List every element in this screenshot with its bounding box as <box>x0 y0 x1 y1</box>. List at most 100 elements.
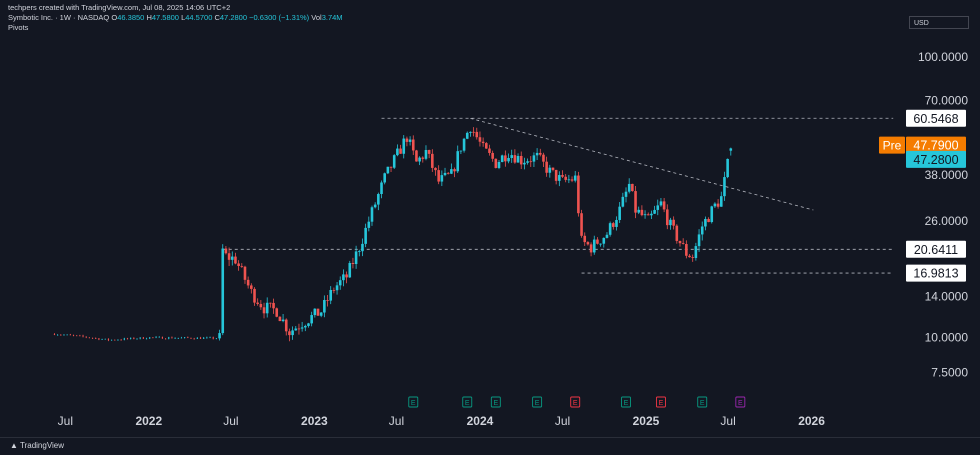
candle-body <box>171 337 173 339</box>
x-tick-label: Jul <box>223 414 238 428</box>
candle-body <box>719 196 723 207</box>
candle-body <box>364 227 367 244</box>
candle-body <box>402 138 406 154</box>
candle-body <box>174 338 176 339</box>
candle-body <box>85 336 87 338</box>
candle-body <box>60 334 62 336</box>
candle-body <box>516 155 520 163</box>
candle-body <box>653 209 656 214</box>
chart-window: { "header": { "credit": "techpers create… <box>0 0 980 455</box>
candle-body <box>155 336 157 338</box>
candle-body <box>313 308 317 316</box>
candle-body <box>361 243 364 252</box>
price-tag-label: 60.5468 <box>913 112 958 126</box>
x-tick-label: 2022 <box>135 414 162 428</box>
candle-body <box>262 307 266 314</box>
candle-body <box>570 179 574 181</box>
candle-body <box>373 204 377 208</box>
candle-body <box>367 221 371 228</box>
candle-body <box>618 206 621 220</box>
candle-body <box>209 337 211 339</box>
earnings-marker-label: E <box>738 400 743 407</box>
price-tag-label: 47.2800 <box>913 153 958 167</box>
candle-body <box>230 256 234 260</box>
candle-body <box>161 336 164 339</box>
candle-body <box>82 335 84 337</box>
candle-body <box>567 179 571 181</box>
candle-body <box>145 338 148 340</box>
earnings-marker-label: E <box>535 400 540 407</box>
candle-body <box>383 173 386 183</box>
candle-body <box>488 148 491 153</box>
candle-body <box>91 337 94 339</box>
candle-body <box>615 219 618 227</box>
candle-body <box>399 148 402 154</box>
x-tick-label: 2025 <box>633 414 660 428</box>
candle-body <box>545 161 548 173</box>
candle-body <box>354 251 358 265</box>
candle-body <box>126 338 129 340</box>
candle-body <box>319 312 323 316</box>
candle-body <box>177 337 179 339</box>
candle-body <box>564 176 567 180</box>
candle-body <box>348 263 352 278</box>
candle-body <box>418 157 421 162</box>
candle-body <box>250 285 253 289</box>
candle-body <box>101 339 103 340</box>
candle-body <box>411 139 415 151</box>
candle-body <box>681 243 685 245</box>
candle-body <box>193 338 195 340</box>
candle-body <box>656 205 660 210</box>
candle-body <box>716 203 720 207</box>
candle-body <box>218 333 221 339</box>
candle-body <box>120 339 122 341</box>
candle-body <box>117 339 119 341</box>
candle-body <box>672 219 675 226</box>
candle-body <box>107 338 110 341</box>
candle-body <box>149 337 151 339</box>
candle-body <box>332 290 336 291</box>
candle-body <box>164 338 167 340</box>
candle-body <box>446 172 450 174</box>
candle-body <box>95 338 97 339</box>
candle-body <box>704 218 707 227</box>
candle-body <box>380 182 383 195</box>
candle-body <box>602 237 606 244</box>
candle-body <box>691 257 694 258</box>
candle-body <box>631 183 634 192</box>
candle-body <box>212 337 214 339</box>
candle-body <box>662 201 666 210</box>
candle-body <box>675 225 679 241</box>
candle-body <box>650 213 653 216</box>
candle-body <box>190 337 192 339</box>
candle-body <box>624 191 628 197</box>
candle-body <box>152 337 154 339</box>
candle-body <box>513 155 517 163</box>
candle-body <box>526 161 529 163</box>
candle-body <box>259 303 263 308</box>
candle-body <box>323 300 326 313</box>
y-tick-label: 7.5000 <box>931 366 968 380</box>
candle-body <box>243 266 247 280</box>
candle-body <box>357 251 361 252</box>
candle-body <box>500 155 504 163</box>
candle-body <box>130 337 132 339</box>
candle-body <box>665 209 669 226</box>
candle-body <box>713 203 717 207</box>
drawing-lines <box>222 117 894 274</box>
candle-body <box>434 167 437 171</box>
candle-body <box>481 141 485 144</box>
candle-body <box>453 169 456 172</box>
candle-body <box>723 177 726 197</box>
price-chart[interactable]: EEEEEEEEE 100.000070.000038.000026.00001… <box>0 0 980 437</box>
candle-body <box>589 244 593 253</box>
candle-body <box>472 131 475 133</box>
y-tick-label: 26.0000 <box>925 214 969 228</box>
candle-body <box>599 243 602 245</box>
candle-body <box>335 285 339 291</box>
candle-body <box>424 150 428 159</box>
pre-market-tag-label: Pre <box>883 139 902 153</box>
candle-body <box>310 315 313 324</box>
candle-body <box>586 242 590 245</box>
candle-body <box>136 338 138 340</box>
